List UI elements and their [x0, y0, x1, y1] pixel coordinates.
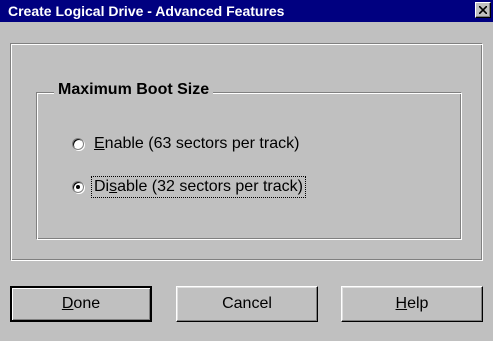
- window-title: Create Logical Drive - Advanced Features: [8, 3, 285, 19]
- boot-size-groupbox: [36, 92, 462, 240]
- dialog-window: Create Logical Drive - Advanced Features…: [0, 0, 493, 341]
- disable-radio[interactable]: [72, 181, 84, 193]
- close-button[interactable]: [475, 2, 491, 18]
- cancel-button[interactable]: Cancel: [176, 286, 318, 322]
- disable-option[interactable]: Disable (32 sectors per track): [72, 176, 306, 198]
- disable-label[interactable]: Disable (32 sectors per track): [91, 176, 306, 198]
- enable-label[interactable]: Enable (63 sectors per track): [92, 134, 301, 154]
- enable-radio[interactable]: [72, 138, 84, 150]
- radio-selected-dot: [76, 185, 80, 189]
- enable-option[interactable]: Enable (63 sectors per track): [72, 134, 301, 154]
- title-bar[interactable]: Create Logical Drive - Advanced Features: [0, 0, 493, 22]
- done-button[interactable]: Done: [10, 286, 152, 322]
- help-button[interactable]: Help: [341, 286, 483, 322]
- groupbox-legend: Maximum Boot Size: [54, 80, 214, 100]
- close-icon: [479, 6, 487, 14]
